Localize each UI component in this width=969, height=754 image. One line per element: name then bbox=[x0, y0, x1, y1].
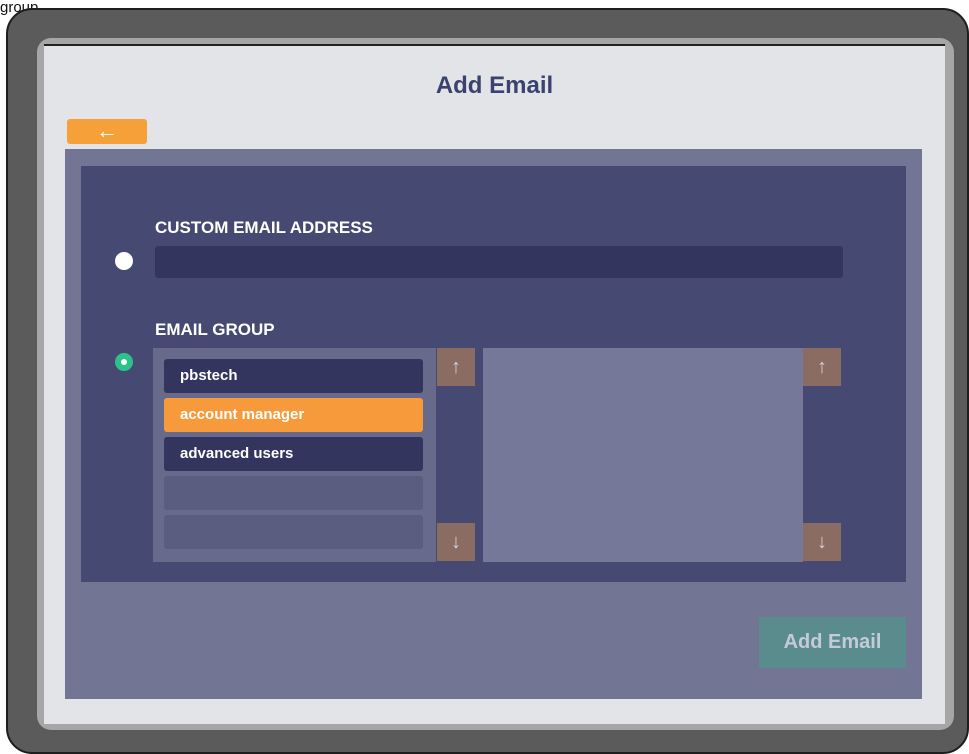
page-title: Add Email bbox=[435, 72, 554, 99]
email-source-panel: CUSTOM EMAIL ADDRESS EMAIL GROUP pbstech… bbox=[81, 166, 906, 582]
arrow-down-icon: ↓ bbox=[451, 531, 461, 553]
group-list-scroll-up-button[interactable]: ↑ bbox=[437, 348, 475, 386]
list-item[interactable]: account manager bbox=[164, 398, 423, 432]
email-group-list[interactable]: pbstech account manager advanced users bbox=[153, 348, 436, 562]
email-group-label: EMAIL GROUP bbox=[155, 320, 275, 339]
arrow-left-icon: ← bbox=[96, 118, 118, 143]
arrow-down-icon: ↓ bbox=[817, 531, 827, 553]
footer-strip bbox=[44, 699, 945, 724]
list-item-empty[interactable] bbox=[164, 515, 423, 549]
content-area: CUSTOM EMAIL ADDRESS EMAIL GROUP pbstech… bbox=[65, 149, 922, 699]
custom-email-radio[interactable] bbox=[115, 252, 133, 270]
selected-email-list[interactable] bbox=[483, 348, 803, 562]
group-list-scroll-down-button[interactable]: ↓ bbox=[437, 523, 475, 561]
arrow-up-icon: ↑ bbox=[451, 356, 461, 378]
custom-email-label: CUSTOM EMAIL ADDRESS bbox=[155, 218, 373, 237]
selected-list-scroll-up-button[interactable]: ↑ bbox=[803, 348, 841, 386]
add-email-button[interactable]: Add Email bbox=[759, 617, 906, 668]
list-item-empty[interactable] bbox=[164, 476, 423, 510]
custom-email-input[interactable] bbox=[155, 246, 843, 278]
list-item[interactable]: advanced users bbox=[164, 437, 423, 471]
list-item[interactable]: pbstech bbox=[164, 359, 423, 393]
selected-list-scroll-down-button[interactable]: ↓ bbox=[803, 523, 841, 561]
email-group-radio[interactable] bbox=[115, 353, 133, 371]
screen: Add Email ← CUSTOM EMAIL ADDRESS EMAIL G… bbox=[44, 44, 945, 724]
back-button[interactable]: ← bbox=[67, 119, 147, 144]
arrow-up-icon: ↑ bbox=[817, 356, 827, 378]
